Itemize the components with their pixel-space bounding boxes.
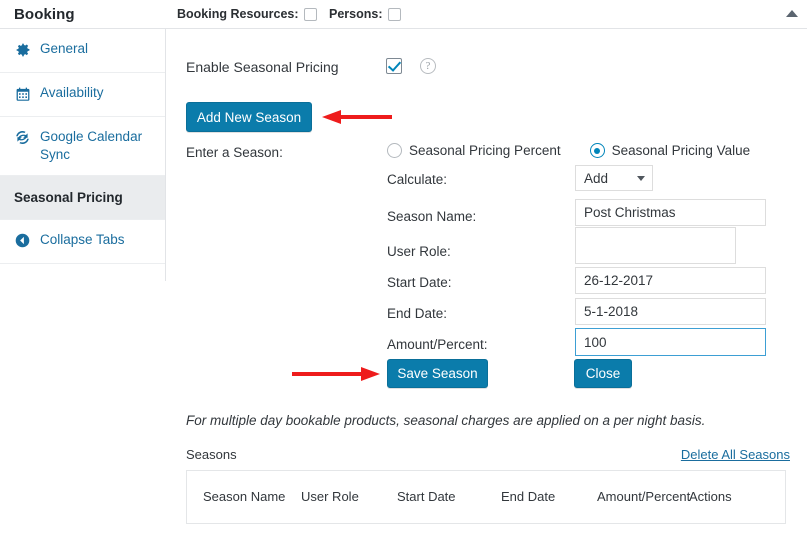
sidebar-item-seasonal-pricing[interactable]: Seasonal Pricing	[0, 176, 165, 221]
persons-field: Persons:	[329, 7, 401, 21]
radio-seasonal-pricing-percent[interactable]: Seasonal Pricing Percent	[387, 143, 561, 158]
sidebar-item-google-calendar-sync[interactable]: Google Calendar Sync	[0, 117, 165, 177]
column-header-user-role: User Role	[301, 488, 359, 504]
pointer-arrow-save-season	[292, 367, 380, 381]
calendar-icon	[14, 85, 31, 102]
sidebar-item-general[interactable]: General	[0, 29, 165, 73]
close-button[interactable]: Close	[574, 359, 632, 388]
radio-label: Seasonal Pricing Percent	[409, 143, 561, 158]
end-date-input[interactable]	[575, 298, 766, 325]
column-header-season-name: Season Name	[203, 488, 286, 504]
booking-resources-checkbox[interactable]	[303, 7, 317, 21]
sidebar-item-label: Seasonal Pricing	[14, 189, 123, 205]
booking-resources-field: Booking Resources:	[177, 7, 317, 21]
seasons-table: Season Name User Role Start Date End Dat…	[186, 470, 786, 524]
column-header-end-date: End Date	[501, 488, 556, 504]
calculate-label: Calculate:	[387, 172, 448, 187]
persons-checkbox[interactable]	[387, 7, 401, 21]
user-role-input[interactable]	[575, 227, 736, 264]
sidebar-item-label: Collapse Tabs	[40, 232, 125, 248]
seasons-table-header-row: Season Name User Role Start Date End Dat…	[187, 471, 785, 523]
persons-label: Persons:	[329, 7, 383, 21]
app-root: Booking Booking Resources: Persons: Gene…	[0, 0, 807, 547]
chevron-left-circle-icon	[14, 232, 31, 249]
amount-percent-label: Amount/Percent:	[387, 337, 488, 352]
sidebar: General Availability Google Calendar Syn…	[0, 29, 166, 281]
per-night-note: For multiple day bookable products, seas…	[186, 413, 706, 428]
sidebar-item-label: Availability	[40, 85, 104, 100]
save-season-button[interactable]: Save Season	[387, 359, 488, 388]
start-date-input[interactable]	[575, 267, 766, 294]
sidebar-item-label: General	[40, 41, 89, 56]
start-date-label: Start Date:	[387, 275, 452, 290]
end-date-label: End Date:	[387, 306, 448, 321]
season-name-label: Season Name:	[387, 209, 477, 224]
calculate-select-wrapper: Add	[575, 165, 653, 191]
radio-indicator	[387, 143, 402, 158]
sidebar-item-availability[interactable]: Availability	[0, 73, 165, 117]
sidebar-item-label: Google Calendar Sync	[40, 129, 143, 163]
sidebar-item-collapse-tabs[interactable]: Collapse Tabs	[0, 220, 165, 265]
question-mark-icon[interactable]: ?	[420, 58, 436, 74]
amount-percent-input[interactable]	[575, 328, 766, 356]
main-panel: Enable Seasonal Pricing ? Add New Season…	[167, 29, 807, 547]
page-title: Booking	[14, 6, 75, 23]
gear-icon	[14, 41, 31, 58]
column-header-amount-percent: Amount/Percent	[597, 488, 691, 504]
user-role-label: User Role:	[387, 244, 451, 259]
season-name-input[interactable]	[575, 199, 766, 226]
radio-seasonal-pricing-value[interactable]: Seasonal Pricing Value	[589, 143, 751, 158]
enable-seasonal-pricing-checkbox[interactable]	[386, 58, 402, 74]
enable-seasonal-pricing-row: Enable Seasonal Pricing	[186, 59, 339, 75]
pointer-arrow-add-new-season	[322, 110, 392, 124]
radio-label: Seasonal Pricing Value	[611, 143, 751, 158]
calculate-select[interactable]: Add	[575, 165, 653, 191]
column-header-actions: Actions	[689, 488, 732, 504]
enter-season-label: Enter a Season:	[186, 145, 283, 160]
radio-indicator	[589, 143, 605, 158]
top-bar: Booking Booking Resources: Persons:	[0, 0, 807, 29]
booking-resources-label: Booking Resources:	[177, 7, 299, 21]
triangle-up-icon[interactable]	[786, 10, 798, 17]
add-new-season-button[interactable]: Add New Season	[186, 102, 312, 132]
delete-all-seasons-link[interactable]: Delete All Seasons	[681, 447, 790, 462]
column-header-start-date: Start Date	[397, 488, 456, 504]
enable-seasonal-pricing-label: Enable Seasonal Pricing	[186, 59, 339, 75]
sync-icon	[14, 129, 31, 146]
pricing-type-radio-group: Seasonal Pricing Percent Seasonal Pricin…	[387, 143, 750, 158]
seasons-label: Seasons	[186, 447, 237, 462]
